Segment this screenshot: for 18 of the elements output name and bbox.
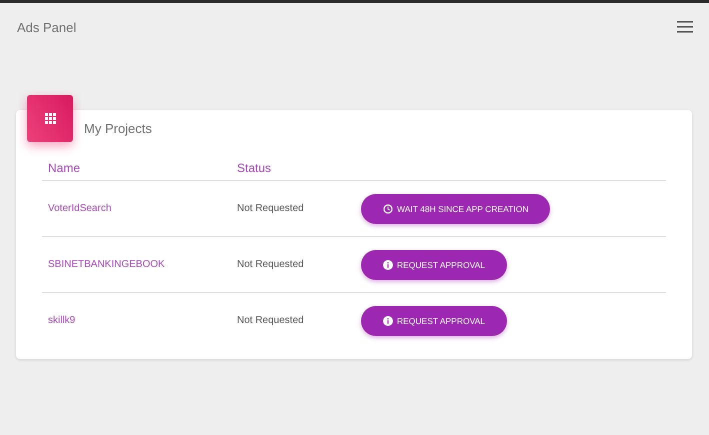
request-approval-button[interactable]: REQUEST APPROVAL <box>361 306 508 336</box>
column-header: Status <box>237 160 272 174</box>
status-text: Not Requested <box>237 259 305 270</box>
column-header: Name <box>48 160 82 174</box>
project-name[interactable]: SBINETBANKINGEBOOK <box>48 259 237 270</box>
info-icon <box>383 260 393 270</box>
status-text: Not Requested <box>237 203 305 214</box>
project-name[interactable]: VoterIdSearch <box>48 203 237 214</box>
clock-icon <box>383 204 393 214</box>
project-name[interactable]: skillk9 <box>48 315 237 326</box>
info-icon <box>383 316 393 326</box>
menu-icon[interactable] <box>677 21 693 33</box>
status-text: Not Requested <box>237 315 305 326</box>
card-title: My Projects <box>84 121 152 136</box>
app-title: Ads Panel <box>17 20 76 34</box>
wait-button[interactable]: WAIT 48H SINCE APP CREATION <box>361 194 550 224</box>
request-approval-button[interactable]: REQUEST APPROVAL <box>361 250 508 280</box>
grid-icon <box>44 113 56 124</box>
